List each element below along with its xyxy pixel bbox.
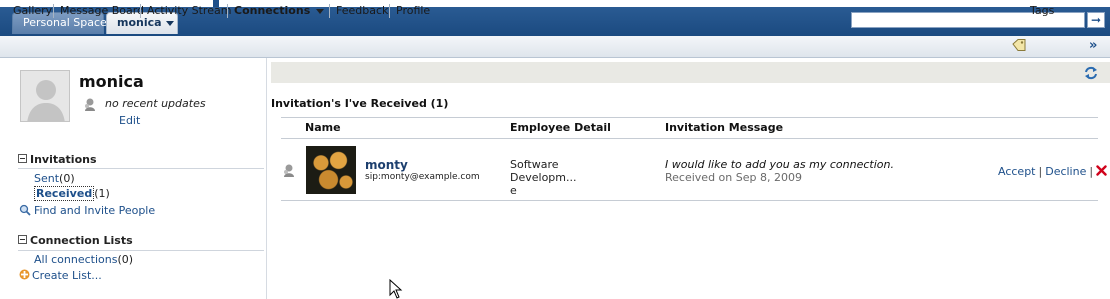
all-connections-link[interactable]: All connections(0) <box>34 253 133 266</box>
table-header-rule <box>281 138 1098 139</box>
search-go-button[interactable]: ➞ <box>1087 12 1105 28</box>
column-header-invitation-message: Invitation Message <box>665 121 784 134</box>
invitation-actions: Accept | Decline | <box>998 164 1107 178</box>
contact-name-link[interactable]: monty <box>365 158 408 172</box>
find-invite-people-link[interactable]: Find and Invite People <box>34 204 155 217</box>
column-header-employee-detail: Employee Detail <box>510 121 611 134</box>
mouse-pointer-icon <box>389 279 403 299</box>
toolbar-divider <box>227 4 228 18</box>
contact-photo <box>306 146 356 194</box>
tags-link[interactable]: Tags <box>1030 4 1054 17</box>
double-chevron-right-icon[interactable]: » <box>1089 38 1097 53</box>
tag-icon[interactable] <box>1012 39 1026 51</box>
toolbar-divider <box>329 4 330 18</box>
toolbar-divider <box>53 4 54 18</box>
sent-link[interactable]: Sent(0) <box>34 172 75 185</box>
table-bottom-rule <box>281 200 1098 201</box>
delete-icon[interactable] <box>1096 165 1107 176</box>
toolbar-activity-stream[interactable]: Activity Stream <box>147 4 231 17</box>
toolbar-divider <box>389 4 390 18</box>
employee-detail-line: Software Developm... <box>510 158 577 184</box>
received-label: Received <box>34 186 95 201</box>
profile-name: monica <box>79 72 144 91</box>
create-list-link[interactable]: Create List... <box>32 269 102 282</box>
connection-lists-heading[interactable]: Connection Lists <box>18 234 133 247</box>
invitation-message: I would like to add you as my connection… <box>665 158 894 171</box>
action-divider: | <box>1089 165 1094 178</box>
page-title: Invitation's I've Received (1) <box>271 97 449 110</box>
sent-count: (0) <box>59 172 75 185</box>
section-divider <box>18 168 264 169</box>
received-link[interactable]: Received (1) <box>34 186 110 201</box>
invitations-heading[interactable]: Invitations <box>18 153 97 166</box>
presence-status-icon <box>85 98 95 111</box>
presence-status-icon <box>284 164 294 177</box>
employee-detail: Software Developm... e <box>510 158 620 197</box>
status-message: no recent updates <box>105 97 206 110</box>
received-count: (1) <box>94 187 110 200</box>
connection-lists-heading-label: Connection Lists <box>30 234 133 247</box>
toolbar-message-board[interactable]: Message Board <box>60 4 144 17</box>
toolbar-connections-label: Connections <box>234 4 311 17</box>
section-divider <box>18 250 264 251</box>
refresh-icon[interactable] <box>1083 65 1099 81</box>
toolbar-divider <box>140 4 141 18</box>
toolbar-profile[interactable]: Profile <box>396 4 430 17</box>
person-silhouette-icon <box>21 71 69 121</box>
toolbar-feedback[interactable]: Feedback <box>336 4 388 17</box>
avatar <box>20 70 70 122</box>
toolbar-gallery[interactable]: Gallery <box>13 4 52 17</box>
edit-status-link[interactable]: Edit <box>119 114 140 127</box>
search-icon <box>19 204 31 216</box>
contact-sip-address: sip:monty@example.com <box>365 172 480 182</box>
action-divider: | <box>1038 165 1043 178</box>
decline-button[interactable]: Decline <box>1045 165 1086 178</box>
invitations-heading-label: Invitations <box>30 153 97 166</box>
toolbar-connections[interactable]: Connections <box>234 4 325 17</box>
collapse-icon[interactable] <box>18 235 27 244</box>
collapse-icon[interactable] <box>18 154 27 163</box>
employee-detail-line: e <box>510 184 517 197</box>
table-top-rule <box>281 117 1098 118</box>
add-icon <box>19 269 30 280</box>
accept-button[interactable]: Accept <box>998 165 1036 178</box>
chevron-down-icon[interactable] <box>316 8 325 14</box>
chevron-down-icon[interactable] <box>165 20 174 26</box>
main-header-strip <box>271 62 1110 83</box>
profile-sidebar: monica no recent updates Edit Invitation… <box>8 58 267 299</box>
invitation-date: Received on Sep 8, 2009 <box>665 171 802 184</box>
all-connections-count: (0) <box>117 253 134 266</box>
sent-label: Sent <box>34 172 60 185</box>
column-header-name: Name <box>305 121 341 134</box>
all-connections-label: All connections <box>34 253 118 266</box>
toolbar <box>0 36 1110 58</box>
